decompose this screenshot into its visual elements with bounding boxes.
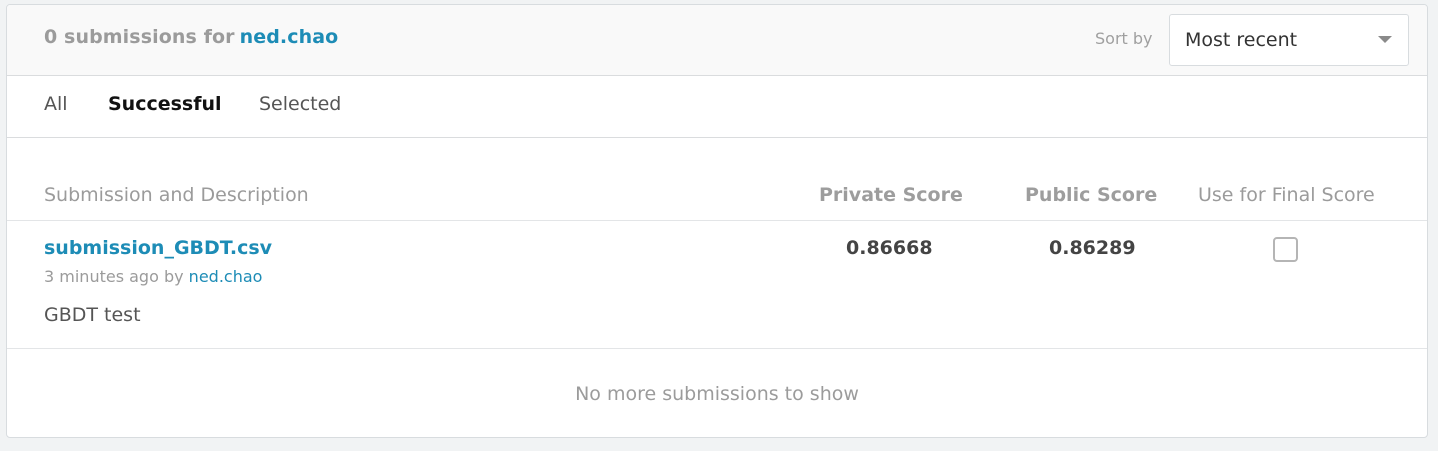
no-more-submissions-text: No more submissions to show xyxy=(575,383,859,405)
table-row: submission_GBDT.csv 3 minutes ago by ned… xyxy=(7,221,1427,349)
sort-dropdown-value: Most recent xyxy=(1185,29,1298,51)
tab-successful[interactable]: Successful xyxy=(108,93,222,115)
submission-description: GBDT test xyxy=(44,304,141,326)
public-score-value: 0.86289 xyxy=(1049,237,1136,259)
submission-time: 3 minutes ago by xyxy=(44,267,184,286)
page-title: 0 submissions for ned.chao xyxy=(44,26,338,48)
submissions-panel: 0 submissions for ned.chao Sort by Most r… xyxy=(6,4,1428,438)
username-link[interactable]: ned.chao xyxy=(240,26,339,48)
private-score-value: 0.86668 xyxy=(846,237,933,259)
chevron-down-icon xyxy=(1378,36,1392,43)
table-header: Submission and Description Private Score… xyxy=(7,138,1427,221)
sort-label: Sort by xyxy=(1095,29,1153,48)
column-header-private-score[interactable]: Private Score xyxy=(819,184,963,206)
submission-author-link[interactable]: ned.chao xyxy=(189,267,263,286)
panel-header: 0 submissions for ned.chao Sort by Most r… xyxy=(7,5,1427,76)
submission-file-link[interactable]: submission_GBDT.csv xyxy=(44,237,272,259)
column-header-final-score: Use for Final Score xyxy=(1198,184,1375,206)
tab-selected[interactable]: Selected xyxy=(259,93,341,115)
use-for-final-checkbox[interactable] xyxy=(1273,237,1298,262)
sort-dropdown[interactable]: Most recent xyxy=(1169,14,1409,66)
column-header-public-score[interactable]: Public Score xyxy=(1025,184,1157,206)
title-prefix: 0 submissions for xyxy=(44,26,235,48)
tab-all[interactable]: All xyxy=(44,93,68,115)
submission-meta: 3 minutes ago by ned.chao xyxy=(44,267,262,286)
tab-bar: All Successful Selected xyxy=(7,76,1427,138)
column-header-description: Submission and Description xyxy=(44,184,309,206)
table-footer: No more submissions to show xyxy=(7,349,1427,437)
